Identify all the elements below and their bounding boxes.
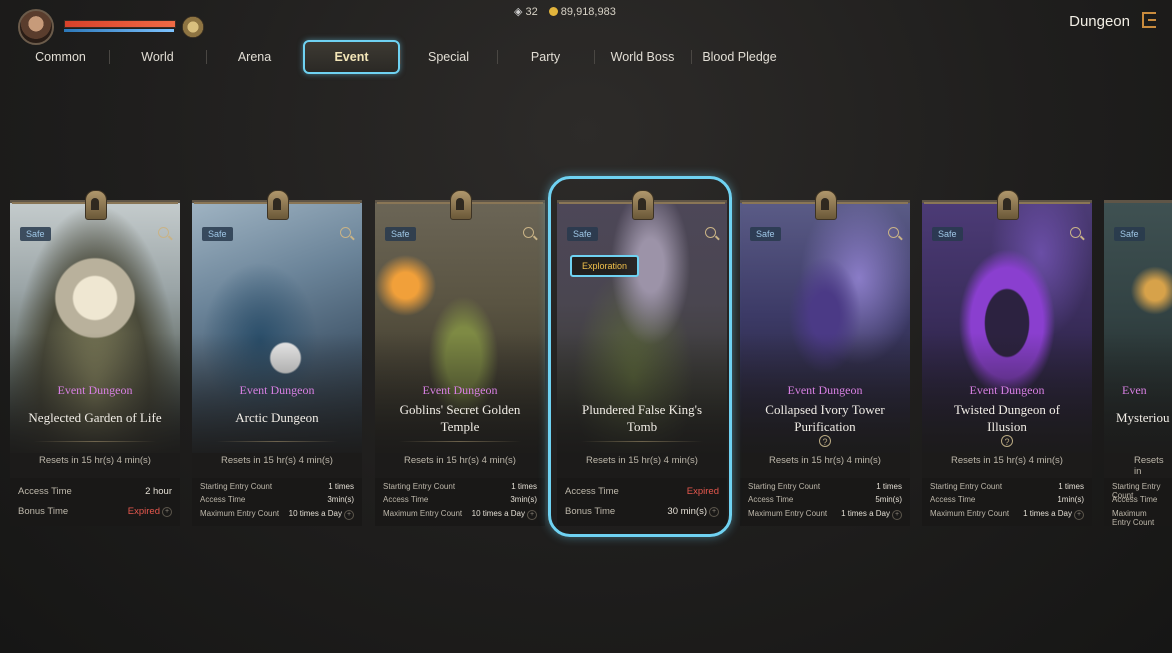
zoom-icon[interactable] (158, 227, 169, 238)
divider (216, 441, 338, 442)
dungeon-card-list: Safe Event Dungeon Neglected Garden of L… (0, 180, 1172, 540)
dungeon-name: Collapsed Ivory Tower Purification (765, 402, 885, 434)
exploration-badge: Exploration (570, 255, 640, 277)
plus-icon[interactable]: + (344, 510, 354, 520)
help-icon[interactable]: ? (819, 435, 831, 447)
tab-blood-pledge[interactable]: Blood Pledge (691, 40, 788, 74)
divider (399, 441, 521, 442)
help-icon[interactable]: ? (1001, 435, 1013, 447)
clan-crest-icon[interactable] (182, 16, 204, 38)
screen-title: Dungeon (1069, 13, 1130, 30)
plus-icon[interactable]: + (1074, 510, 1084, 520)
plus-icon[interactable]: + (162, 507, 172, 517)
zoom-icon[interactable] (705, 227, 716, 238)
dungeon-name: Twisted Dungeon of Illusion (954, 402, 1060, 434)
tab-special[interactable]: Special (400, 40, 497, 74)
reset-timer: Resets in 15 hr(s) 4 min(s) (39, 455, 151, 466)
dungeon-name: Plundered False King's Tomb (581, 402, 703, 434)
reset-timer: Resets in 15 hr(s) 4 min(s) (586, 455, 698, 466)
zoom-icon[interactable] (888, 227, 899, 238)
divider (34, 441, 156, 442)
gold-amount: 89,918,983 (560, 6, 616, 18)
reset-timer: Resets in 15 hr(s) 4 min(s) (404, 455, 516, 466)
currency-display: ◈ 32 89,918,983 (514, 5, 616, 18)
card-crown-ornament (264, 186, 290, 220)
hp-bar (64, 20, 176, 28)
entry-info: Access Time Expired Bonus Time 30 min(s) + (557, 478, 727, 526)
entry-info: Access Time 2 hour Bonus Time Expired + (10, 478, 180, 526)
tab-world-boss[interactable]: World Boss (594, 40, 691, 74)
plus-icon[interactable]: + (527, 510, 537, 520)
reset-timer: Resets in 15 hr(s) 4 min(s) (221, 455, 333, 466)
entry-info: Starting Entry Count 1 times Access Time 1… (922, 478, 1092, 526)
dungeon-type: Even (1122, 383, 1147, 397)
dungeon-type: Event Dungeon (57, 383, 133, 397)
dungeon-card[interactable]: Safe Event Dungeon Twisted Dungeon of Ill… (922, 200, 1092, 526)
access-time-value: 2 hour (145, 486, 172, 497)
entry-info: Starting Entry Count 1 times Access Time 3… (375, 478, 545, 526)
zoom-icon[interactable] (523, 227, 534, 238)
safe-badge: Safe (932, 227, 963, 241)
card-crown-ornament (447, 186, 473, 220)
dungeon-card[interactable]: Safe Event Dungeon Collapsed Ivory Tower… (740, 200, 910, 526)
safe-badge: Safe (202, 227, 233, 241)
card-crown-ornament (994, 186, 1020, 220)
dungeon-type: Event Dungeon (787, 383, 863, 397)
entry-info: Starting Entry Count Access Time Maximum… (1104, 478, 1172, 526)
dungeon-card[interactable]: Safe Event Dungeon Neglected Garden of L… (10, 200, 180, 526)
dungeon-name: Arctic Dungeon (235, 410, 319, 425)
eye-count: 32 (525, 6, 538, 18)
category-tabs: Common World Arena Event Special Party W… (12, 40, 788, 74)
tab-common[interactable]: Common (12, 40, 109, 74)
reset-timer: Resets in 15 hr(s) 4 min(s) (951, 455, 1063, 466)
dungeon-card[interactable]: Safe Event Dungeon Goblins' Secret Golde… (375, 200, 545, 526)
dungeon-type: Event Dungeon (239, 383, 315, 397)
dungeon-card-partial[interactable]: Safe Even Mysteriou Resets in Starting E… (1104, 200, 1172, 526)
bonus-time-value: 30 min(s) (667, 506, 707, 517)
reset-timer: Resets in (1134, 455, 1164, 477)
dungeon-card-selected[interactable]: Safe Exploration Plundered False King's T… (557, 200, 727, 526)
entry-info: Starting Entry Count 1 times Access Time 3… (192, 478, 362, 526)
reset-timer: Resets in 15 hr(s) 4 min(s) (769, 455, 881, 466)
dungeon-name: Neglected Garden of Life (28, 410, 162, 425)
tab-party[interactable]: Party (497, 40, 594, 74)
access-time-value: Expired (686, 486, 719, 497)
safe-badge: Safe (20, 227, 51, 241)
dungeon-type: Event Dungeon (969, 383, 1045, 397)
tab-world[interactable]: World (109, 40, 206, 74)
card-crown-ornament (812, 186, 838, 220)
entry-info: Starting Entry Count 1 times Access Time 5… (740, 478, 910, 526)
plus-icon[interactable]: + (709, 507, 719, 517)
safe-badge: Safe (385, 227, 416, 241)
divider (581, 441, 703, 442)
bonus-time-value: Expired (127, 506, 160, 517)
plus-icon[interactable]: + (892, 510, 902, 520)
tab-event[interactable]: Event (303, 40, 400, 74)
safe-badge: Safe (567, 227, 598, 241)
dungeon-name: Mysteriou (1116, 410, 1170, 425)
zoom-icon[interactable] (340, 227, 351, 238)
card-crown-ornament (629, 186, 655, 220)
dungeon-name: Goblins' Secret Golden Temple (399, 402, 521, 434)
zoom-icon[interactable] (1070, 227, 1081, 238)
safe-badge: Safe (750, 227, 781, 241)
card-crown-ornament (82, 186, 108, 220)
exit-icon[interactable] (1142, 12, 1156, 28)
dungeon-type: Event Dungeon (422, 383, 498, 397)
gold-coin-icon (548, 7, 558, 16)
mp-bar (64, 29, 174, 32)
dungeon-card[interactable]: Safe Event Dungeon Arctic Dungeon Resets… (192, 200, 362, 526)
tab-arena[interactable]: Arena (206, 40, 303, 74)
eye-icon: ◈ (514, 6, 523, 18)
safe-badge: Safe (1114, 227, 1145, 241)
